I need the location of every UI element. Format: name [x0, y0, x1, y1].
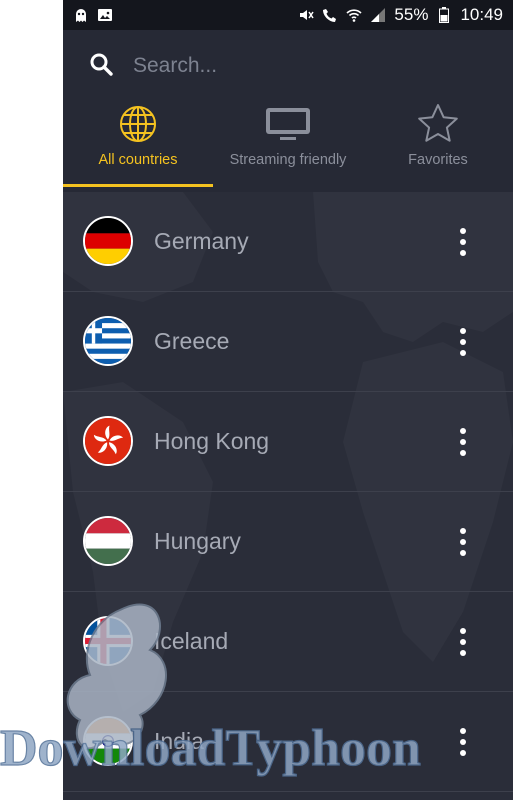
more-options-button[interactable]	[448, 322, 478, 362]
tv-icon	[266, 108, 310, 140]
germany-flag-icon	[83, 216, 133, 266]
tab-favorites[interactable]: Favorites	[363, 100, 513, 186]
country-name: Hong Kong	[154, 428, 270, 454]
country-name: Iceland	[154, 628, 229, 654]
status-bar: 55% 10:49	[63, 0, 513, 30]
hungary-flag-icon	[83, 516, 133, 566]
india-flag-icon	[83, 716, 133, 766]
more-options-button[interactable]	[448, 222, 478, 262]
app-screen: 55% 10:49 All countries	[63, 0, 513, 800]
country-row-germany[interactable]: Germany	[63, 192, 513, 292]
signal-icon	[370, 7, 386, 23]
battery-percent: 55%	[394, 5, 429, 24]
wifi-call-icon	[322, 7, 338, 23]
star-icon	[418, 104, 458, 142]
more-options-button[interactable]	[448, 722, 478, 762]
battery-icon	[436, 7, 452, 23]
mute-icon	[298, 7, 315, 23]
tab-label: Streaming friendly	[229, 152, 347, 168]
country-row-greece[interactable]: Greece	[63, 292, 513, 392]
ghost-notification-icon	[73, 7, 89, 23]
greece-flag-icon	[83, 316, 133, 366]
country-name: Greece	[154, 328, 230, 354]
search-icon[interactable]	[89, 52, 115, 78]
hong-kong-flag-icon	[83, 416, 133, 466]
country-row-hong-kong[interactable]: Hong Kong	[63, 392, 513, 492]
tab-streaming-friendly[interactable]: Streaming friendly	[213, 100, 363, 186]
more-options-button[interactable]	[448, 422, 478, 462]
country-name: Germany	[154, 228, 249, 254]
country-name: India	[154, 728, 204, 754]
search-input[interactable]	[131, 48, 475, 84]
search-bar	[63, 30, 513, 100]
image-notification-icon	[97, 7, 113, 23]
status-left	[73, 7, 113, 23]
country-row-india[interactable]: India	[63, 692, 513, 792]
country-list: Germany Greece Hong Kong Hungary Iceland…	[63, 192, 513, 800]
tab-label: Favorites	[408, 152, 468, 168]
wifi-icon	[346, 7, 362, 23]
status-right: 55% 10:49	[298, 5, 503, 25]
country-row-hungary[interactable]: Hungary	[63, 492, 513, 592]
more-options-button[interactable]	[448, 622, 478, 662]
tab-all-countries[interactable]: All countries	[63, 100, 213, 187]
tab-bar: All countries Streaming friendly Favorit…	[63, 100, 513, 187]
status-time: 10:49	[460, 5, 503, 24]
country-name: Hungary	[154, 528, 241, 554]
iceland-flag-icon	[83, 616, 133, 666]
more-options-button[interactable]	[448, 522, 478, 562]
globe-icon	[120, 106, 156, 142]
country-row-iceland[interactable]: Iceland	[63, 592, 513, 692]
tab-label: All countries	[98, 152, 178, 168]
active-tab-indicator	[63, 184, 213, 187]
